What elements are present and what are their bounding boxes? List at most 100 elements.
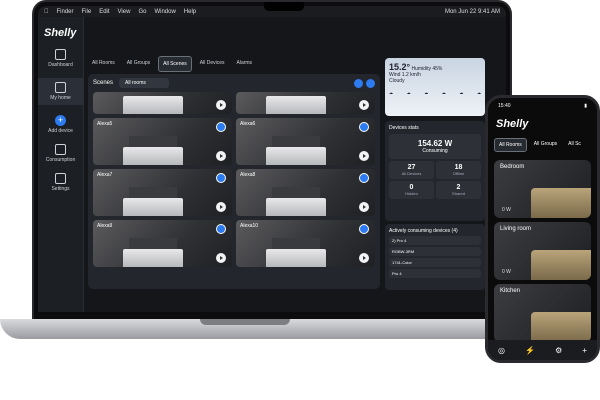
weather-condition: Cloudy	[389, 78, 405, 84]
play-icon[interactable]	[359, 100, 369, 110]
device-row[interactable]: 1741-Color	[389, 258, 481, 267]
room-name: Kitchen	[500, 288, 521, 294]
stat-value: 18	[454, 164, 463, 171]
scene-card[interactable]: Alexa9	[93, 220, 232, 267]
compass-icon[interactable]: ◎	[498, 346, 505, 355]
tab-all-rooms[interactable]: All Rooms	[88, 56, 119, 72]
scene-card[interactable]: Alexa8	[236, 169, 375, 216]
menu-go[interactable]: Go	[138, 9, 146, 15]
menu-view[interactable]: View	[118, 9, 131, 15]
sidebar-item-add-device[interactable]: + Add device	[38, 115, 83, 134]
dashboard-icon	[55, 49, 66, 60]
play-icon[interactable]	[359, 151, 369, 161]
scene-settings-icon[interactable]	[216, 173, 226, 183]
apple-icon[interactable]: 	[44, 9, 49, 15]
scene-settings-icon[interactable]	[359, 122, 369, 132]
tab-bar: All Rooms All Groups All Scenes All Devi…	[88, 56, 256, 72]
stat-tile[interactable]: 2 Shared	[436, 181, 481, 199]
lightning-icon[interactable]: ⚡	[525, 346, 535, 355]
plus-icon[interactable]: +	[582, 346, 587, 355]
cloud-icon: ☁	[424, 90, 429, 95]
scene-settings-icon[interactable]	[359, 224, 369, 234]
cloud-icon: ☁	[441, 90, 446, 95]
phone-tabs: All Rooms All Groups All Sc	[488, 134, 597, 156]
app-logo: Shelly	[44, 27, 77, 39]
scene-settings-icon[interactable]	[359, 173, 369, 183]
bed-image	[123, 96, 183, 114]
device-row[interactable]: RGBW-3RM	[389, 247, 481, 256]
active-devices: Actively consuming devices (4) 2) Pro 4 …	[385, 224, 485, 290]
scene-card[interactable]: Alexa10	[236, 220, 375, 267]
scene-settings-icon[interactable]	[216, 122, 226, 132]
cloud-icon: ☁	[459, 90, 464, 95]
bed-image	[266, 147, 326, 165]
scene-card[interactable]	[236, 92, 375, 114]
room-card-living-room[interactable]: Living room 0 W	[494, 222, 591, 280]
scene-card[interactable]	[93, 92, 232, 114]
plus-icon: +	[55, 115, 66, 126]
scene-card[interactable]: Alexa7	[93, 169, 232, 216]
tab-all-devices[interactable]: All Devices	[196, 56, 229, 72]
bed-image	[123, 147, 183, 165]
phone-tab-all-groups[interactable]: All Groups	[530, 138, 561, 152]
power-label: Consuming	[422, 148, 448, 154]
play-icon[interactable]	[216, 202, 226, 212]
sidebar-item-my-home[interactable]: My home	[38, 78, 83, 105]
sidebar-item-consumption[interactable]: Consumption	[38, 144, 83, 163]
scene-label: Alexa5	[97, 121, 113, 127]
sidebar-item-label: Consumption	[45, 157, 76, 163]
play-icon[interactable]	[359, 202, 369, 212]
play-icon[interactable]	[359, 253, 369, 263]
play-icon[interactable]	[216, 100, 226, 110]
bed-image	[266, 198, 326, 216]
cloud-icon: ☁	[476, 90, 481, 95]
menu-finder[interactable]: Finder	[57, 9, 74, 15]
device-row[interactable]: 2) Pro 4	[389, 236, 481, 245]
stat-label: All Devices	[401, 171, 422, 176]
room-image	[531, 312, 591, 342]
tab-alarms[interactable]: Alarms	[233, 56, 257, 72]
scene-card[interactable]: Alexa6	[236, 118, 375, 165]
play-icon[interactable]	[216, 151, 226, 161]
stat-tile[interactable]: 27 All Devices	[389, 161, 434, 179]
scene-settings-icon[interactable]	[216, 224, 226, 234]
phone-tab-all-scenes[interactable]: All Sc	[564, 138, 585, 152]
room-card-kitchen[interactable]: Kitchen	[494, 284, 591, 342]
clock: Mon Jun 22 9:41 AM	[444, 8, 500, 15]
bed-image	[266, 249, 326, 267]
scene-label: Alexa10	[240, 223, 259, 229]
menu-file[interactable]: File	[82, 9, 92, 15]
stat-value: 27	[407, 164, 416, 171]
phone-nav: ◎ ⚡ ⚙ +	[488, 340, 597, 360]
room-power: 0 W	[502, 207, 511, 213]
play-icon[interactable]	[216, 253, 226, 263]
battery-icon: ▮	[584, 103, 587, 109]
stat-tile[interactable]: 0 Hidden	[389, 181, 434, 199]
menu-window[interactable]: Window	[154, 9, 175, 15]
room-card-bedroom[interactable]: Bedroom 0 W	[494, 160, 591, 218]
room-image	[531, 250, 591, 280]
phone-logo: Shelly	[496, 118, 529, 130]
room-image	[531, 188, 591, 218]
sidebar-item-dashboard[interactable]: Dashboard	[38, 49, 83, 68]
device-row[interactable]: Pro 4	[389, 269, 481, 278]
scene-card[interactable]: Alexa5	[93, 118, 232, 165]
room-name: Living room	[500, 226, 532, 232]
edit-icon[interactable]	[366, 78, 375, 88]
scenes-panel: Scenes All rooms Alexa5 Alexa6 Alexa7 Al…	[88, 74, 380, 289]
sidebar: Shelly Dashboard My home + Add device Co…	[38, 17, 84, 312]
stat-tile[interactable]: 18 Offline	[436, 161, 481, 179]
right-column: 15.2° Humidity 45% Wind 1.2 km/h Cloudy …	[385, 58, 485, 290]
gear-icon[interactable]: ⚙	[555, 346, 562, 355]
tab-all-scenes[interactable]: All Scenes	[158, 56, 192, 72]
add-scene-icon[interactable]	[354, 78, 363, 88]
scene-label: Alexa6	[240, 121, 256, 127]
room-select[interactable]: All rooms	[119, 78, 170, 88]
menu-edit[interactable]: Edit	[99, 9, 109, 15]
menu-help[interactable]: Help	[184, 9, 196, 15]
gear-icon	[55, 173, 66, 184]
scenes-title: Scenes	[93, 80, 114, 86]
phone-tab-all-rooms[interactable]: All Rooms	[494, 138, 527, 152]
tab-all-groups[interactable]: All Groups	[123, 56, 154, 72]
sidebar-item-settings[interactable]: Settings	[38, 173, 83, 192]
